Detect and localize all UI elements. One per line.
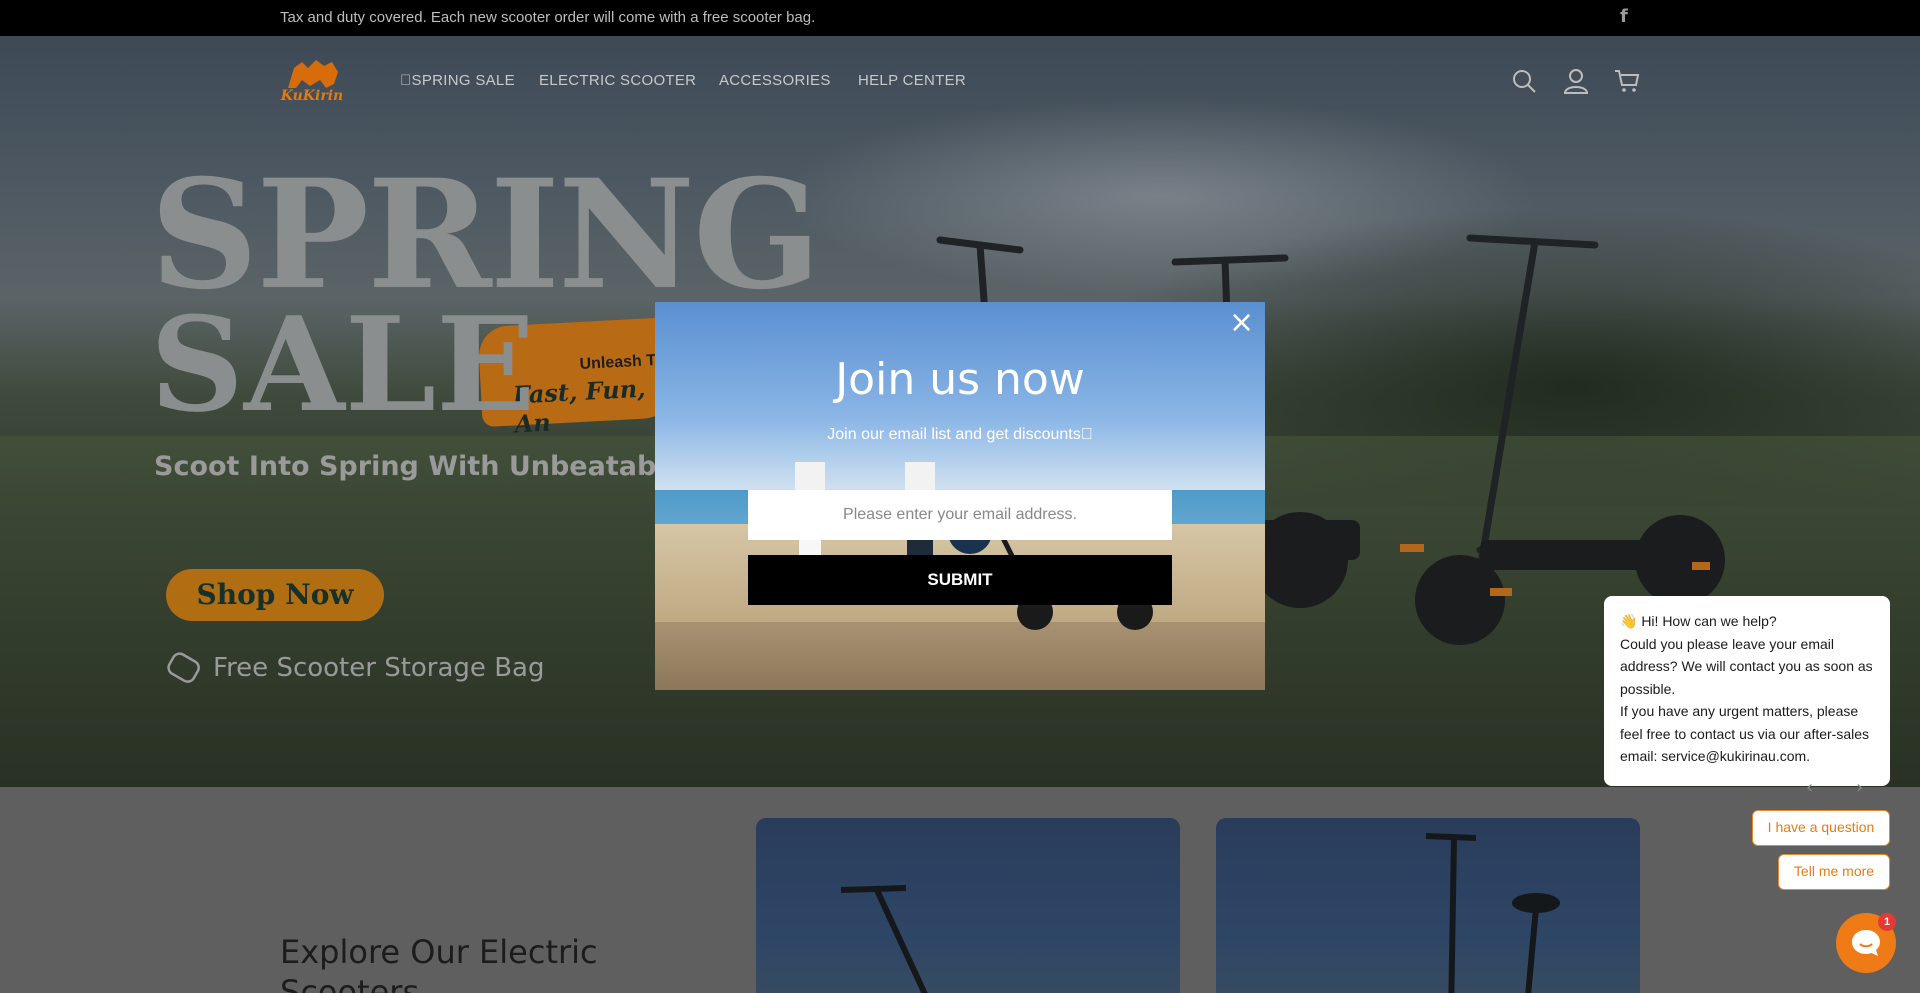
shop-now-button[interactable]: Shop Now	[166, 569, 384, 621]
chat-launcher-button[interactable]: 1	[1836, 913, 1896, 973]
product-card-2[interactable]	[1216, 818, 1640, 993]
product-card-1-image	[840, 885, 928, 993]
free-bag-perk: Free Scooter Storage Bag	[213, 653, 545, 683]
product-card-1[interactable]	[756, 818, 1180, 993]
popup-people-image	[795, 462, 1153, 630]
chat-body-2: If you have any urgent matters, please f…	[1620, 703, 1870, 764]
account-icon[interactable]	[1563, 68, 1589, 94]
submit-button[interactable]: SUBMIT	[748, 555, 1172, 605]
nav-electric-scooter[interactable]: ELECTRIC SCOOTER	[539, 72, 696, 89]
popup-subtitle: Join our email list and get discounts 	[827, 426, 1093, 443]
cart-icon[interactable]	[1614, 68, 1640, 94]
chevron-left-icon[interactable]: ‹	[1806, 777, 1813, 798]
nav-accessories[interactable]: ACCESSORIES	[719, 72, 831, 89]
unread-badge: 1	[1878, 913, 1896, 931]
chat-option-more[interactable]: Tell me more	[1778, 854, 1890, 890]
newsletter-popup: × Join us now Join our email list and ge…	[655, 302, 1265, 690]
search-icon[interactable]	[1511, 68, 1537, 94]
brand-logo[interactable]: KuKirin	[280, 58, 344, 108]
nav-spring-sale[interactable]:  SPRING SALE	[400, 72, 515, 89]
nav-help-center[interactable]: HELP CENTER	[858, 72, 966, 89]
product-card-2-image	[1425, 833, 1560, 993]
scooter-bag-icon	[167, 652, 200, 683]
chat-option-question[interactable]: I have a question	[1752, 810, 1890, 846]
chevron-right-icon[interactable]: ›	[1856, 777, 1863, 798]
hero-headline-sale: SALE	[150, 288, 536, 441]
announcement-bar: Tax and duty covered. Each new scooter o…	[0, 0, 1920, 36]
chat-body-1: Could you please leave your email addres…	[1620, 635, 1873, 697]
popup-title: Join us now	[835, 354, 1085, 405]
chat-greeting: 👋 Hi! How can we help?	[1620, 613, 1777, 629]
close-popup-button[interactable]: ×	[1229, 308, 1254, 338]
announcement-text: Tax and duty covered. Each new scooter o…	[280, 9, 816, 26]
email-input[interactable]	[748, 490, 1172, 540]
lion-logo-icon	[288, 60, 338, 88]
section-title: Explore Our Electric Scooters	[280, 933, 598, 993]
logo-text: KuKirin	[280, 88, 344, 104]
brush-text-line-1: Unleash T	[579, 352, 657, 373]
chat-message-bubble: 👋 Hi! How can we help? Could you please …	[1604, 596, 1890, 786]
facebook-icon[interactable]: f	[1620, 6, 1628, 27]
